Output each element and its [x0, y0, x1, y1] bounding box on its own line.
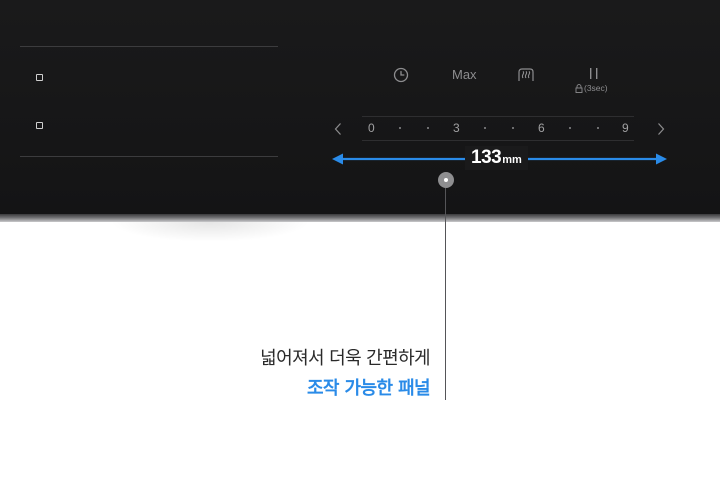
slider-tick-label[interactable]: 0 — [368, 121, 375, 135]
divider-top — [20, 46, 278, 47]
chevron-left-icon — [334, 123, 341, 135]
caption-line-2: 조작 가능한 패널 — [306, 378, 431, 399]
slider-tick-label[interactable]: 9 — [622, 121, 629, 135]
dimension-unit: mm — [502, 154, 522, 166]
slider-step-dot[interactable] — [569, 127, 571, 129]
keep-warm-icon — [518, 68, 534, 81]
callout-leader-line — [445, 188, 446, 400]
cooktop-glass-panel: Max (3sec) 0 3 6 9 133mm — [0, 0, 720, 216]
callout-marker — [438, 172, 454, 188]
slider-next-button[interactable] — [656, 121, 666, 140]
slider-prev-button[interactable] — [333, 121, 343, 140]
pause-lock-button[interactable]: (3sec) — [574, 67, 614, 95]
panel-bottom-edge — [0, 214, 720, 222]
width-dimension-label: 133mm — [465, 146, 528, 170]
slider-step-dot[interactable] — [427, 127, 429, 129]
slider-line-bottom — [362, 140, 634, 141]
lock-icon — [575, 83, 583, 93]
pause-icon — [590, 68, 598, 79]
max-power-button[interactable]: Max — [452, 67, 477, 82]
slider-step-dot[interactable] — [399, 127, 401, 129]
slider-line-top — [362, 116, 634, 117]
dimension-value: 133 — [471, 147, 502, 168]
caption-line-1: 넓어져서 더욱 간편하게 — [260, 348, 430, 369]
lock-duration-label: (3sec) — [584, 83, 608, 93]
slider-step-dot[interactable] — [597, 127, 599, 129]
timer-button[interactable] — [392, 66, 410, 84]
clock-icon — [393, 67, 409, 83]
cooking-zone-indicator[interactable] — [36, 74, 43, 81]
max-label: Max — [452, 67, 477, 82]
panel-shadow — [110, 222, 310, 242]
divider-bottom — [20, 156, 278, 157]
slider-step-dot[interactable] — [484, 127, 486, 129]
slider-tick-label[interactable]: 3 — [453, 121, 460, 135]
slider-step-dot[interactable] — [512, 127, 514, 129]
cooking-zone-indicator[interactable] — [36, 122, 43, 129]
chevron-right-icon — [658, 123, 665, 135]
keep-warm-button[interactable] — [516, 66, 536, 84]
slider-tick-label[interactable]: 6 — [538, 121, 545, 135]
